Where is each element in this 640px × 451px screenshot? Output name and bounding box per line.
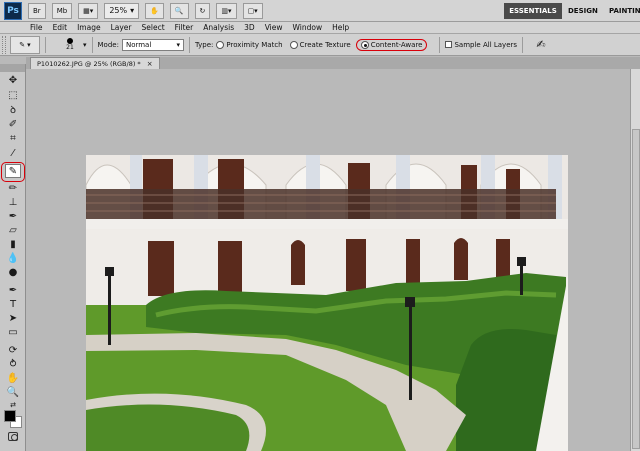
3d-rotate-tool-icon[interactable]: ⟳: [5, 343, 21, 357]
document-tab-title: P1010262.JPG @ 25% (RGB/8) *: [37, 59, 141, 68]
menu-select[interactable]: Select: [142, 23, 165, 32]
type-tool-icon[interactable]: T: [5, 297, 21, 311]
eyedropper-tool-icon[interactable]: ⁄: [5, 146, 21, 160]
history-brush-tool-icon[interactable]: ✒: [5, 209, 21, 223]
sample-all-layers-label: Sample All Layers: [454, 40, 518, 49]
radio-button-selected[interactable]: [360, 40, 369, 49]
type-create-texture-radio[interactable]: Create Texture: [289, 40, 351, 49]
tablet-pressure-icon[interactable]: ✍: [534, 38, 548, 52]
menu-view[interactable]: View: [265, 23, 283, 32]
chevron-down-icon[interactable]: ▾: [83, 41, 87, 49]
tools-panel-header[interactable]: [0, 64, 25, 72]
brush-picker[interactable]: 21: [57, 35, 83, 55]
tools-panel: ✥ ⬚ ꝺ ✐ ⌗ ⁄ ✎ ✏ ⊥ ✒ ▱ ▮ 💧 ● ✒ T ➤ ▭ ⟳ ⥁ …: [0, 64, 26, 451]
hand-tool-button[interactable]: ✋: [145, 2, 164, 19]
launch-bridge-button[interactable]: Br: [28, 2, 46, 19]
zoom-tool-button[interactable]: 🔍: [169, 2, 189, 19]
spot-healing-brush-icon: ✎: [19, 40, 26, 49]
mode-select[interactable]: Normal ▾: [121, 38, 184, 51]
type-proximity-match-label: Proximity Match: [226, 40, 283, 49]
rectangle-tool-icon[interactable]: ▭: [5, 325, 21, 339]
brush-size-value: 21: [66, 44, 74, 51]
divider: [188, 36, 190, 53]
canvas-photo: [86, 155, 568, 451]
scrollbar-thumb[interactable]: [632, 129, 640, 449]
eraser-tool-icon[interactable]: ▱: [5, 223, 21, 237]
application-bar: Ps Br Mb ▦▾ 25% ▾ ✋ 🔍 ↻ ▥▾ ▢▾ ESSENTIALS…: [0, 0, 640, 22]
lasso-tool-icon[interactable]: ꝺ: [5, 102, 21, 116]
chevron-down-icon: ▾: [176, 40, 180, 49]
zoom-level-select[interactable]: 25% ▾: [104, 2, 140, 19]
document-tab-bar: P1010262.JPG @ 25% (RGB/8) * ×: [26, 57, 640, 69]
type-content-aware-radio[interactable]: Content-Aware: [355, 38, 428, 51]
dodge-tool-icon[interactable]: ●: [5, 265, 21, 279]
menu-filter[interactable]: Filter: [175, 23, 194, 32]
divider: [522, 36, 524, 53]
foreground-color-swatch[interactable]: [4, 410, 16, 422]
crop-tool-icon[interactable]: ⌗: [5, 131, 21, 145]
menu-window[interactable]: Window: [293, 23, 323, 32]
menu-analysis[interactable]: Analysis: [203, 23, 234, 32]
gradient-tool-icon[interactable]: ▮: [5, 237, 21, 251]
type-label: Type:: [194, 40, 214, 49]
marquee-tool-icon[interactable]: ⬚: [5, 88, 21, 102]
menu-file[interactable]: File: [30, 23, 43, 32]
path-selection-tool-icon[interactable]: ➤: [5, 311, 21, 325]
clone-stamp-tool-icon[interactable]: ⊥: [5, 195, 21, 209]
divider: [45, 36, 46, 53]
quick-mask-icon[interactable]: [8, 432, 18, 441]
zoom-level-value: 25%: [109, 6, 128, 15]
type-content-aware-label: Content-Aware: [370, 40, 423, 49]
screen-mode-button[interactable]: ▢▾: [242, 2, 263, 19]
vertical-scrollbar[interactable]: [630, 69, 640, 451]
type-create-texture-label: Create Texture: [299, 40, 351, 49]
menu-help[interactable]: Help: [332, 23, 349, 32]
active-tool-highlight: [1, 162, 25, 182]
options-bar-grip[interactable]: [2, 35, 6, 54]
tool-preset-picker[interactable]: ✎ ▾: [10, 35, 40, 54]
pen-tool-icon[interactable]: ✒: [5, 283, 21, 297]
menu-image[interactable]: Image: [77, 23, 101, 32]
menu-3d[interactable]: 3D: [244, 23, 255, 32]
chevron-down-icon: ▾: [27, 40, 31, 49]
radio-button[interactable]: [216, 40, 225, 49]
workspace-design-button[interactable]: DESIGN: [568, 3, 598, 19]
rotate-view-button[interactable]: ↻: [194, 2, 211, 19]
blur-tool-icon[interactable]: 💧: [5, 251, 21, 265]
photoshop-logo-icon: Ps: [4, 1, 22, 20]
type-proximity-match-radio[interactable]: Proximity Match: [216, 40, 283, 49]
menu-edit[interactable]: Edit: [53, 23, 68, 32]
close-icon[interactable]: ×: [147, 60, 153, 68]
sample-all-layers-checkbox[interactable]: Sample All Layers: [445, 41, 517, 49]
view-extras-button[interactable]: ▦▾: [78, 2, 99, 19]
menu-bar: File Edit Image Layer Select Filter Anal…: [0, 22, 640, 34]
brush-tool-icon[interactable]: ✏: [5, 181, 21, 195]
radio-button[interactable]: [289, 40, 298, 49]
divider: [91, 36, 93, 53]
document-tab[interactable]: P1010262.JPG @ 25% (RGB/8) * ×: [30, 57, 160, 69]
3d-orbit-tool-icon[interactable]: ⥁: [5, 357, 21, 371]
mode-label: Mode:: [97, 40, 119, 49]
menu-layer[interactable]: Layer: [111, 23, 132, 32]
launch-mini-bridge-button[interactable]: Mb: [51, 2, 73, 19]
options-bar: ✎ ▾ 21 ▾ Mode: Normal ▾ Type: Proximity …: [0, 34, 640, 56]
document-canvas[interactable]: [86, 155, 568, 451]
hand-tool-icon[interactable]: ✋: [5, 371, 21, 385]
workspace-painting-button[interactable]: PAINTIN: [609, 3, 640, 19]
zoom-tool-icon[interactable]: 🔍: [5, 385, 21, 399]
move-tool-icon[interactable]: ✥: [5, 73, 21, 87]
arrange-documents-button[interactable]: ▥▾: [216, 2, 237, 19]
divider: [439, 36, 441, 53]
chevron-down-icon: ▾: [130, 6, 135, 15]
quick-selection-tool-icon[interactable]: ✐: [5, 117, 21, 131]
workspace-essentials-button[interactable]: ESSENTIALS: [504, 3, 562, 19]
checkbox[interactable]: [445, 41, 453, 48]
mode-value: Normal: [125, 40, 152, 49]
